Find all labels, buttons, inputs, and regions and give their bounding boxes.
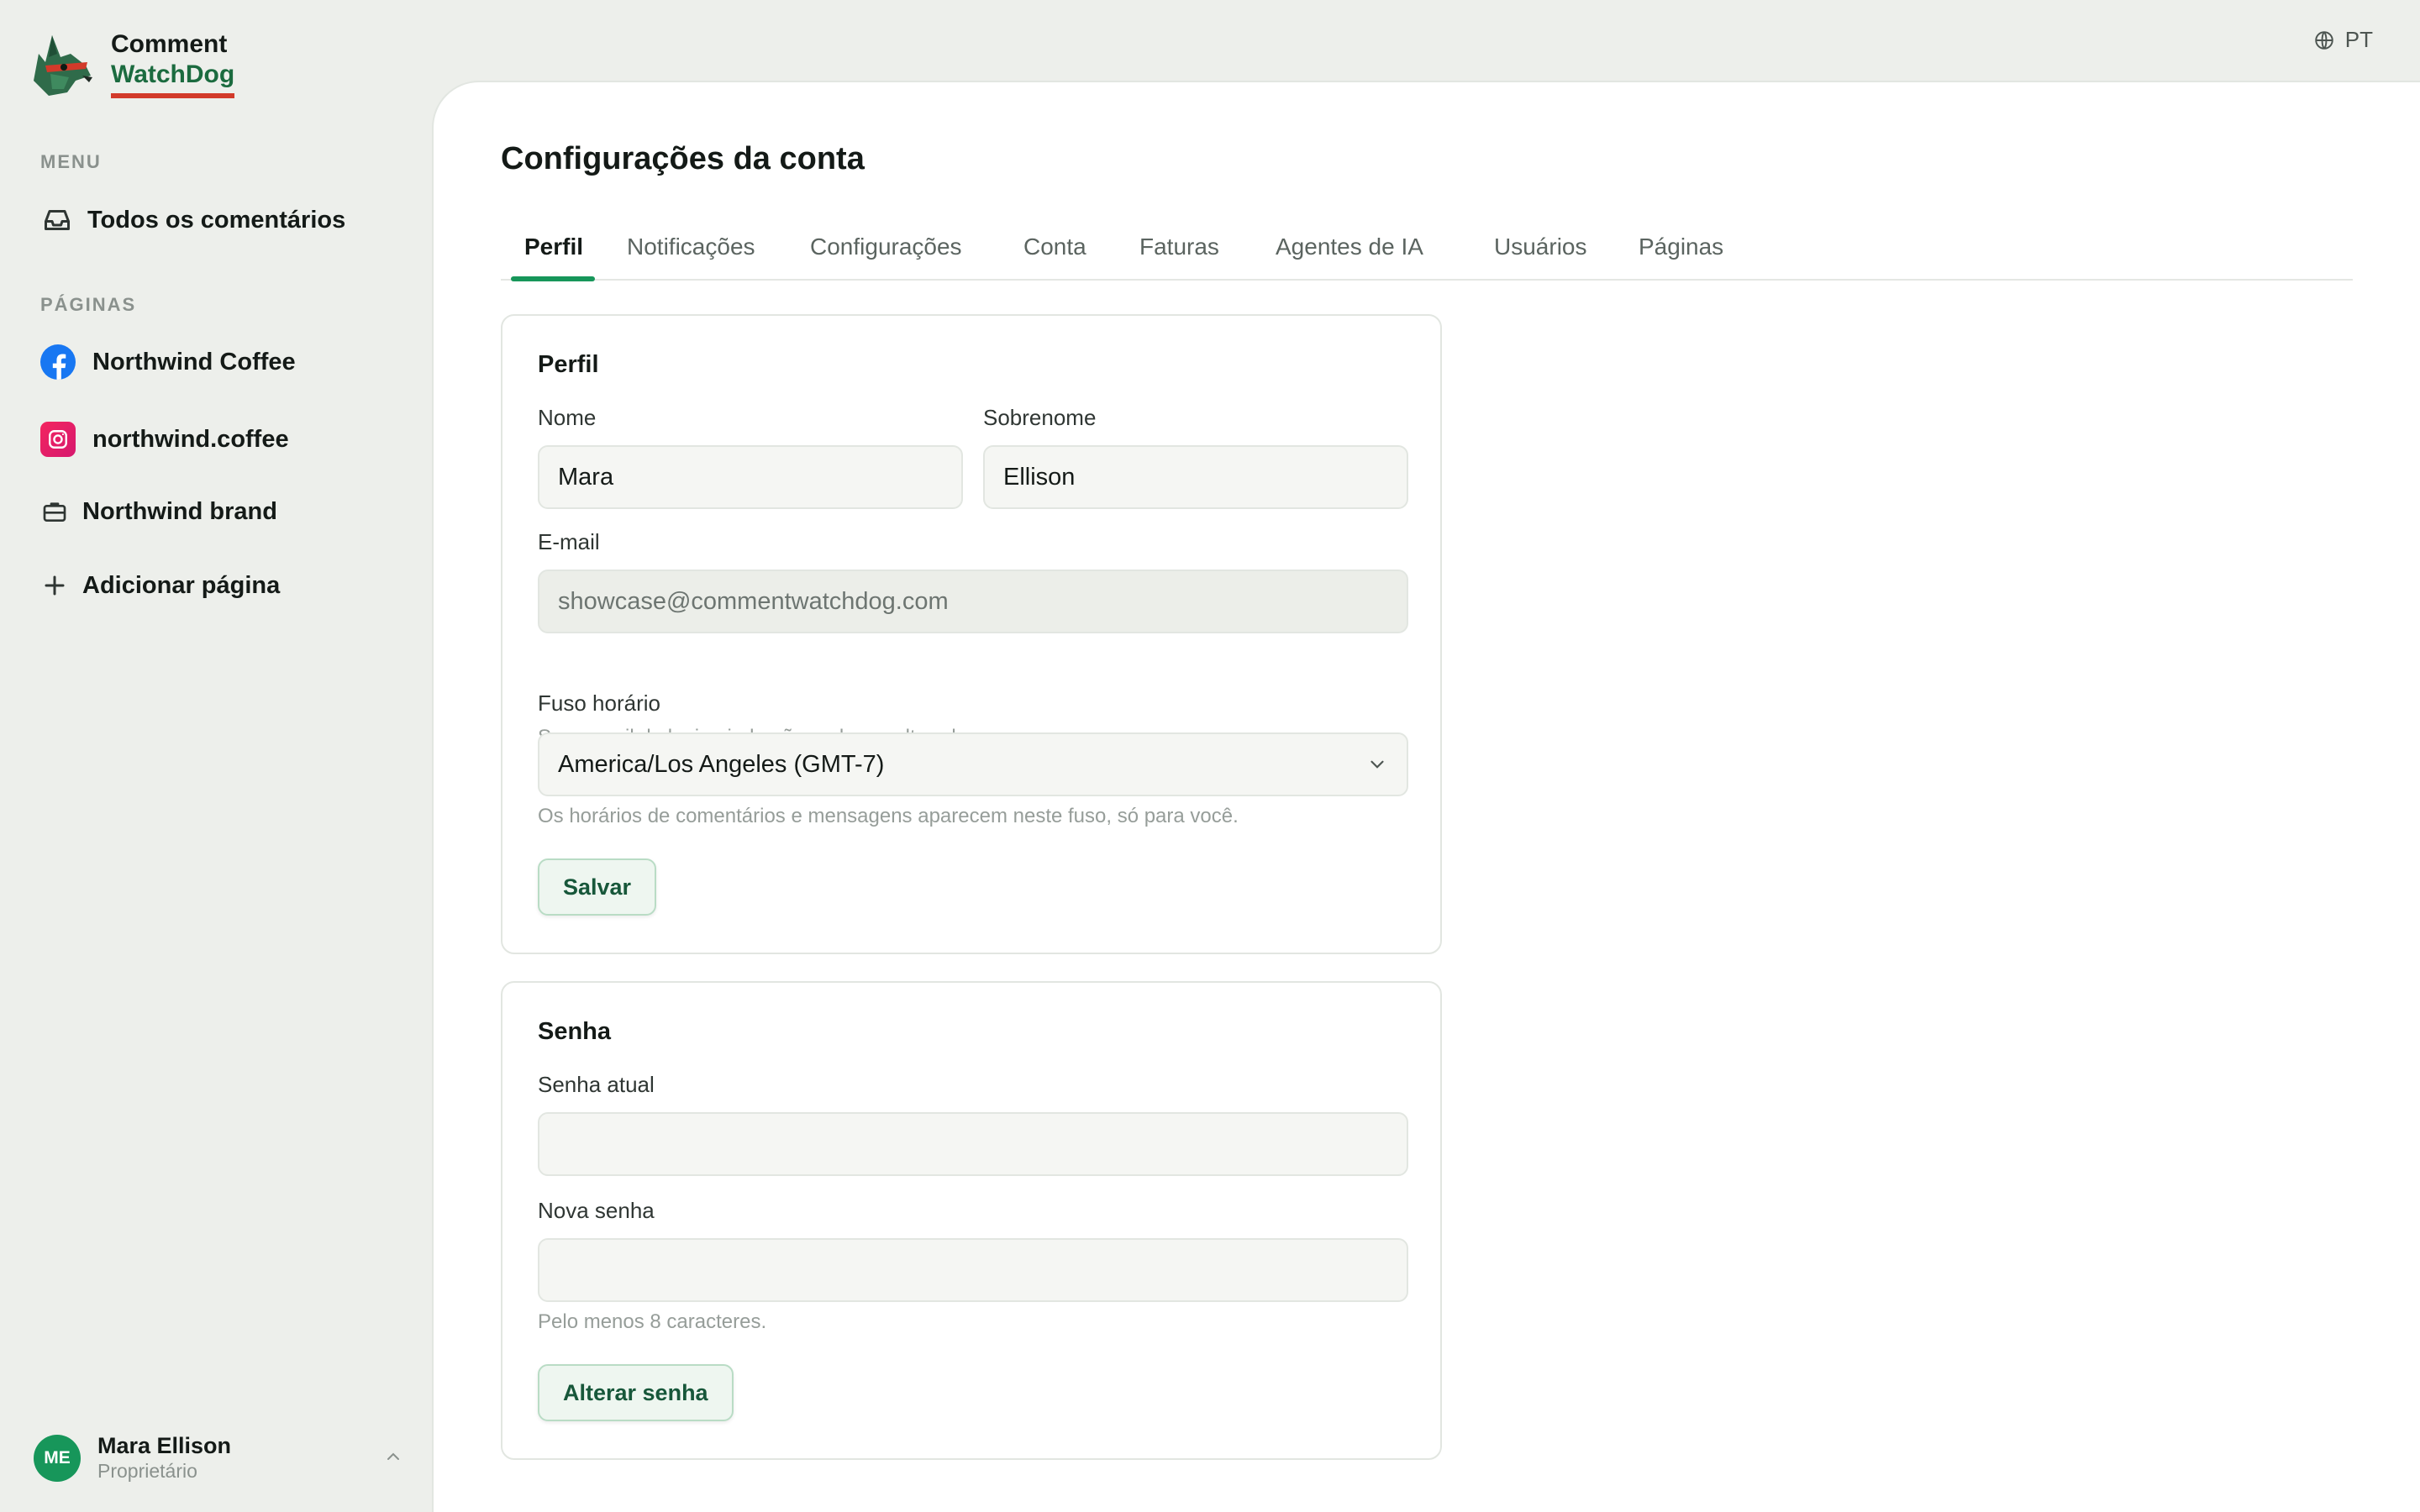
profile-card: Perfil Nome Mara Sobrenome Ellison E-mai… <box>501 314 1442 954</box>
language-switcher[interactable]: PT <box>2313 27 2373 53</box>
user-menu[interactable]: ME Mara Ellison Proprietário <box>34 1433 403 1483</box>
timezone-hint: Os horários de comentários e mensagens a… <box>538 805 1239 827</box>
last-name-label: Sobrenome <box>983 405 1097 430</box>
add-page-button[interactable]: Adicionar página <box>40 571 280 600</box>
nav-item-all-comments[interactable]: Todos os comentários <box>40 203 345 237</box>
nav-item-label: Todos os comentários <box>87 206 346 234</box>
brand-name-line1: Comment <box>111 30 228 58</box>
page-item-northwind-coffee-facebook[interactable]: Northwind Coffee <box>40 344 296 380</box>
first-name-field[interactable]: Mara <box>538 445 963 509</box>
user-role: Proprietário <box>97 1460 197 1482</box>
briefcase-icon <box>40 497 69 526</box>
page-item-northwind-brand[interactable]: Northwind brand <box>40 497 277 526</box>
new-password-label: Nova senha <box>538 1198 655 1223</box>
tab-paginas[interactable]: Páginas <box>1639 223 1723 281</box>
app-logo[interactable]: Comment WatchDog <box>27 29 235 98</box>
main-panel: Configurações da conta Perfil Notificaçõ… <box>432 81 2420 1512</box>
tab-perfil[interactable]: Perfil <box>524 223 583 281</box>
timezone-value: America/Los Angeles (GMT-7) <box>558 751 885 778</box>
settings-tabs: Perfil Notificações Configurações Conta … <box>501 223 2353 281</box>
tab-usuarios[interactable]: Usuários <box>1494 223 1586 281</box>
tab-notificacoes[interactable]: Notificações <box>627 223 755 281</box>
page-item-label: Northwind brand <box>82 497 277 525</box>
inbox-icon <box>40 203 74 237</box>
timezone-label: Fuso horário <box>538 690 660 716</box>
sidebar: Comment WatchDog MENU Todos os comentári… <box>0 0 430 1512</box>
tab-conta[interactable]: Conta <box>1023 223 1086 281</box>
brand-name-line2: WatchDog <box>111 60 235 98</box>
language-label: PT <box>2344 27 2373 52</box>
password-card: Senha Senha atual Nova senha Pelo menos … <box>501 981 1442 1460</box>
plus-icon <box>40 571 69 600</box>
first-name-label: Nome <box>538 405 597 430</box>
last-name-field[interactable]: Ellison <box>983 445 1408 509</box>
active-tab-indicator <box>511 276 595 281</box>
profile-card-title: Perfil <box>538 351 599 378</box>
pages-section-label: PÁGINAS <box>40 294 137 315</box>
email-label: E-mail <box>538 529 600 554</box>
add-page-label: Adicionar página <box>82 571 281 599</box>
change-password-button[interactable]: Alterar senha <box>538 1364 734 1421</box>
save-button[interactable]: Salvar <box>538 858 657 916</box>
timezone-select[interactable]: America/Los Angeles (GMT-7) <box>538 732 1408 796</box>
user-name: Mara Ellison <box>97 1433 232 1458</box>
tab-agentes-de-ia[interactable]: Agentes de IA <box>1276 223 1423 281</box>
new-password-field[interactable] <box>538 1238 1408 1302</box>
password-card-title: Senha <box>538 1018 612 1045</box>
page-item-northwind-coffee-instagram[interactable]: northwind.coffee <box>40 422 289 457</box>
watchdog-logo-icon <box>34 35 92 96</box>
page-item-label: Northwind Coffee <box>92 348 296 375</box>
facebook-icon <box>40 344 76 380</box>
avatar: ME <box>34 1435 81 1482</box>
chevron-up-icon <box>387 1452 399 1460</box>
instagram-icon <box>40 422 76 457</box>
page-title: Configurações da conta <box>501 141 865 176</box>
page-item-label: northwind.coffee <box>92 425 289 453</box>
current-password-label: Senha atual <box>538 1072 655 1097</box>
menu-section-label: MENU <box>40 151 102 172</box>
tab-configuracoes[interactable]: Configurações <box>810 223 962 281</box>
email-field: showcase@commentwatchdog.com <box>538 570 1408 633</box>
current-password-field[interactable] <box>538 1112 1408 1176</box>
tab-faturas[interactable]: Faturas <box>1139 223 1219 281</box>
chevron-down-icon <box>1370 760 1384 769</box>
new-password-hint: Pelo menos 8 caracteres. <box>538 1310 767 1333</box>
globe-icon <box>2315 30 2333 50</box>
